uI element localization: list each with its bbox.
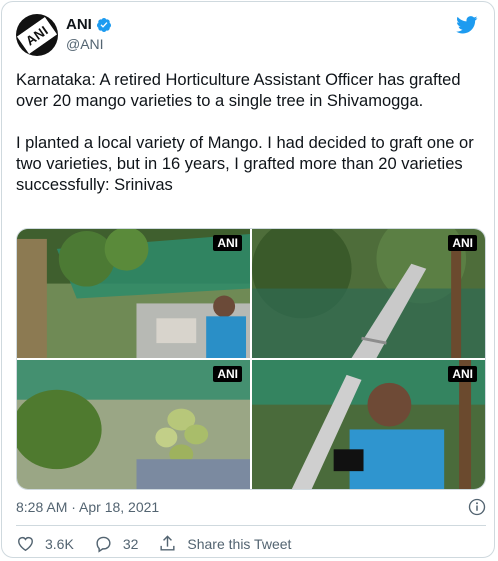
- verified-badge-icon: [96, 17, 111, 32]
- avatar-logo: ANI: [17, 16, 57, 54]
- tweet-actions: 3.6K 32 Share this Tweet: [16, 534, 311, 553]
- tweet-text: Karnataka: A retired Horticulture Assist…: [16, 71, 474, 194]
- info-icon[interactable]: [468, 498, 486, 516]
- heart-icon: [18, 536, 33, 552]
- ani-watermark: ANI: [448, 366, 477, 382]
- reply-count: 32: [122, 535, 139, 552]
- share-label: Share this Tweet: [187, 535, 292, 552]
- ani-watermark: ANI: [213, 366, 242, 382]
- tweet-photo-1[interactable]: ANI: [17, 229, 250, 358]
- tweet-photo-2[interactable]: ANI: [252, 229, 485, 358]
- tweet-photo-3[interactable]: ANI: [17, 360, 250, 489]
- avatar[interactable]: ANI: [16, 14, 58, 56]
- tweet-photo-4[interactable]: ANI: [252, 360, 485, 489]
- tweet-timestamp[interactable]: 8:28 AM · Apr 18, 2021: [16, 499, 159, 515]
- author-handle[interactable]: @ANI: [66, 36, 104, 52]
- ani-watermark: ANI: [213, 235, 242, 251]
- twitter-bird-icon[interactable]: [456, 16, 478, 34]
- share-icon: [160, 535, 175, 551]
- timestamp-row: 8:28 AM · Apr 18, 2021: [16, 498, 486, 516]
- like-button[interactable]: 3.6K: [16, 534, 74, 553]
- like-count: 3.6K: [45, 535, 74, 552]
- share-button[interactable]: Share this Tweet: [158, 534, 291, 553]
- reply-icon: [96, 536, 111, 553]
- divider: [16, 525, 486, 526]
- author-name-row[interactable]: ANI: [66, 16, 112, 33]
- media-grid[interactable]: ANI ANI ANI ANI: [16, 228, 486, 490]
- ani-watermark: ANI: [448, 235, 477, 251]
- tweet-card[interactable]: ANI ANI @ANI Karnataka: A retired Hortic…: [1, 1, 495, 558]
- reply-button[interactable]: 32: [94, 534, 139, 553]
- display-name[interactable]: ANI: [66, 16, 92, 33]
